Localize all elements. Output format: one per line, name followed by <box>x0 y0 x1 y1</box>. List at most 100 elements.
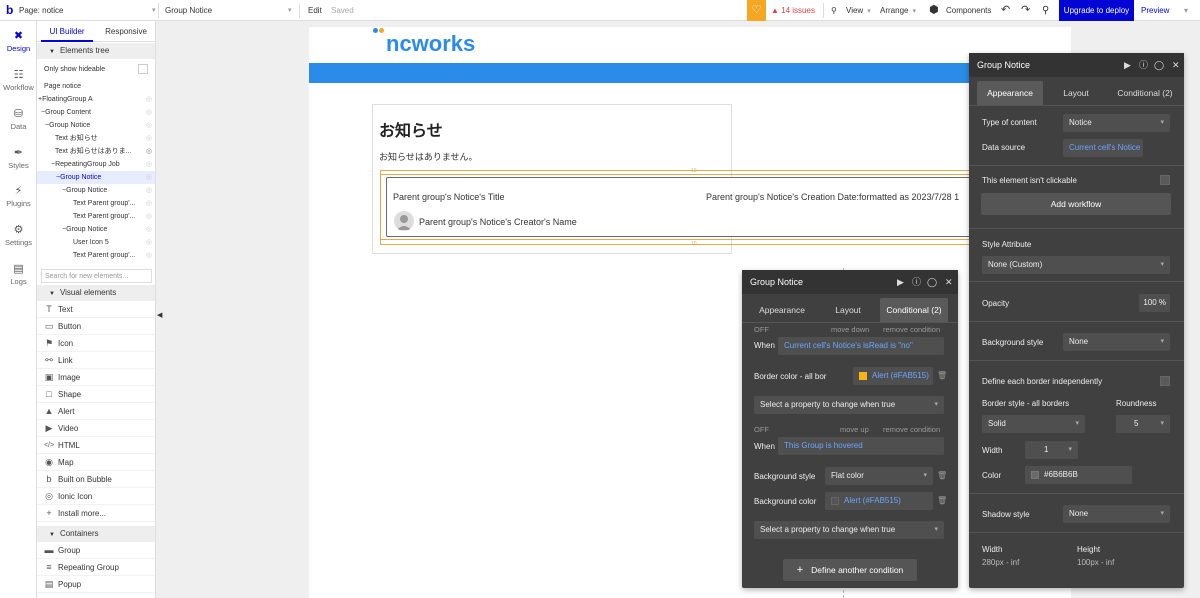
condition-expression[interactable]: Current cell's Notice's isRead is "no" <box>778 337 944 355</box>
move-down-link[interactable]: move down <box>831 325 869 334</box>
nav-data[interactable]: ⛁ Data <box>0 107 37 131</box>
tree-item[interactable]: −RepeatingGroup Job ◎ <box>37 158 155 171</box>
container-repeating-group[interactable]: ≡ Repeating Group <box>37 559 155 576</box>
background-style-dropdown[interactable]: Flat color ▾ <box>825 467 933 485</box>
move-up-link[interactable]: move up <box>840 425 869 434</box>
select-property-dropdown[interactable]: Select a property to change when true ▾ <box>754 396 944 414</box>
elements-tree-header[interactable]: ▼ Elements tree <box>37 43 155 59</box>
border-color-field[interactable]: Alert (#FAB515) <box>853 367 933 385</box>
preview-button[interactable]: Preview <box>1141 0 1169 21</box>
user-icon[interactable] <box>394 211 414 231</box>
tab-conditional[interactable]: Conditional (2) <box>880 298 948 322</box>
nav-settings[interactable]: ⚙ Settings <box>0 223 37 247</box>
issues-indicator[interactable]: ▲ 14 issues <box>771 0 815 21</box>
visual-element-map[interactable]: ◉ Map <box>37 454 155 471</box>
tree-item[interactable]: −Group Notice ◎ <box>37 223 155 236</box>
visual-element-icon[interactable]: ⚑ Icon <box>37 335 155 352</box>
visual-element-shape[interactable]: □ Shape <box>37 386 155 403</box>
visual-element-video[interactable]: ▶ Video <box>37 420 155 437</box>
tab-conditional[interactable]: Conditional (2) <box>1109 81 1181 105</box>
close-icon[interactable]: ✕ <box>945 270 953 294</box>
header-bar[interactable] <box>309 63 1071 83</box>
visual-element-link[interactable]: ⚯ Link <box>37 352 155 369</box>
border-independent-checkbox[interactable] <box>1160 376 1170 386</box>
tab-appearance[interactable]: Appearance <box>977 81 1043 105</box>
page-title[interactable]: お知らせ <box>379 117 443 141</box>
eye-icon[interactable]: ◎ <box>146 132 152 145</box>
tree-item[interactable]: −Group Notice ◎ <box>37 184 155 197</box>
visual-element-alert[interactable]: ▲ Alert <box>37 403 155 420</box>
eye-icon[interactable]: ◎ <box>146 210 152 223</box>
style-dropdown[interactable]: None (Custom) ▾ <box>982 256 1170 274</box>
condition-off-toggle[interactable]: OFF <box>754 425 769 434</box>
trash-icon[interactable]: 🗑 <box>937 471 947 480</box>
nav-plugins[interactable]: ⚡ Plugins <box>0 184 37 208</box>
background-style-dropdown[interactable]: None ▾ <box>1063 333 1170 351</box>
upgrade-button[interactable]: Upgrade to deploy <box>1059 0 1134 21</box>
panel-header[interactable]: Group Notice <box>969 53 1184 77</box>
chevron-down-icon[interactable]: ▾ <box>1184 0 1188 21</box>
add-workflow-button[interactable]: Add workflow <box>981 193 1171 215</box>
visual-element-html[interactable]: </> HTML <box>37 437 155 454</box>
tree-item-selected[interactable]: −Group Notice ◎ <box>37 171 155 184</box>
element-selector[interactable]: Group Notice <box>165 0 212 21</box>
tree-item[interactable]: Text お知らせはありま... ◎ <box>37 145 155 158</box>
nav-styles[interactable]: ✒ Styles <box>0 146 37 170</box>
visual-element-text[interactable]: T Text <box>37 301 155 318</box>
visual-element-install-more[interactable]: + Install more... <box>37 505 155 522</box>
tree-item[interactable]: Text Parent group'... ◎ <box>37 210 155 223</box>
play-icon[interactable]: ▶ <box>897 270 904 294</box>
condition-expression[interactable]: This Group is hovered <box>778 437 944 455</box>
trash-icon[interactable]: 🗑 <box>937 496 947 505</box>
border-color-field[interactable]: #6B6B6B <box>1025 466 1132 484</box>
visual-element-image[interactable]: ▣ Image <box>37 369 155 386</box>
eye-icon[interactable]: ◎ <box>146 171 152 184</box>
tab-layout[interactable]: Layout <box>1043 81 1109 105</box>
tab-responsive[interactable]: Responsive <box>97 21 155 42</box>
visual-element-button[interactable]: ▭ Button <box>37 318 155 335</box>
background-color-field[interactable]: Alert (#FAB515) <box>825 492 933 510</box>
tree-item[interactable]: User Icon 5 ◎ <box>37 236 155 249</box>
collapse-panel-icon[interactable]: ◀ <box>157 311 162 319</box>
search-icon[interactable]: ⚲ <box>1042 0 1049 21</box>
search-elements-input[interactable]: Search for new elements... <box>41 269 152 283</box>
tree-item[interactable]: Text Parent group'... ◎ <box>37 249 155 262</box>
visual-elements-header[interactable]: ▼ Visual elements <box>37 285 155 301</box>
border-style-dropdown[interactable]: Solid ▾ <box>982 415 1085 433</box>
tree-item[interactable]: Text お知らせ ◎ <box>37 132 155 145</box>
eye-icon[interactable]: ◎ <box>146 106 152 119</box>
nav-logs[interactable]: ▤ Logs <box>0 262 37 286</box>
container-popup[interactable]: ▤ Popup <box>37 576 155 593</box>
define-condition-button[interactable]: + Define another condition <box>783 559 917 581</box>
containers-header[interactable]: ▼ Containers <box>37 526 155 542</box>
arrange-menu[interactable]: Arrange ▾ <box>880 0 916 21</box>
tree-item[interactable]: Page notice <box>37 80 155 93</box>
eye-icon[interactable]: ◎ <box>146 184 152 197</box>
opacity-input[interactable]: 100 % <box>1139 294 1170 312</box>
components-button[interactable]: Components <box>946 0 991 21</box>
visual-element-ionic-icon[interactable]: ◎ Ionic Icon <box>37 488 155 505</box>
tree-item[interactable]: −Group Content ◎ <box>37 106 155 119</box>
nav-workflow[interactable]: ☷ Workflow <box>0 68 37 92</box>
notice-title-text[interactable]: Parent group's Notice's Title <box>393 192 505 202</box>
eye-icon[interactable]: ◎ <box>146 93 152 106</box>
edit-menu[interactable]: Edit <box>308 0 322 21</box>
tree-item[interactable]: Text Parent group'... ◎ <box>37 197 155 210</box>
comment-icon[interactable]: ◯ <box>1154 53 1164 77</box>
tree-item[interactable]: +FloatingGroup A ◎ <box>37 93 155 106</box>
page-selector[interactable]: Page: notice <box>19 0 154 21</box>
eye-icon[interactable]: ◎ <box>146 249 152 262</box>
type-of-content-dropdown[interactable]: Notice ▾ <box>1063 114 1170 132</box>
comment-icon[interactable]: ◯ <box>927 270 937 294</box>
select-property-dropdown[interactable]: Select a property to change when true ▾ <box>754 521 944 539</box>
search-icon[interactable]: ⚲ <box>831 0 837 21</box>
tab-ui-builder[interactable]: UI Builder <box>41 21 93 42</box>
panel-header[interactable]: Group Notice <box>742 270 958 294</box>
container-group[interactable]: ▬ Group <box>37 542 155 559</box>
data-source-field[interactable]: Current cell's Notice <box>1063 139 1143 157</box>
notice-creator-text[interactable]: Parent group's Notice's Creator's Name <box>419 217 577 227</box>
visual-element-built-on-bubble[interactable]: b Built on Bubble <box>37 471 155 488</box>
view-menu[interactable]: View ▾ <box>846 0 871 21</box>
empty-message[interactable]: お知らせはありません。 <box>379 150 478 163</box>
remove-condition-link[interactable]: remove condition <box>883 325 940 334</box>
